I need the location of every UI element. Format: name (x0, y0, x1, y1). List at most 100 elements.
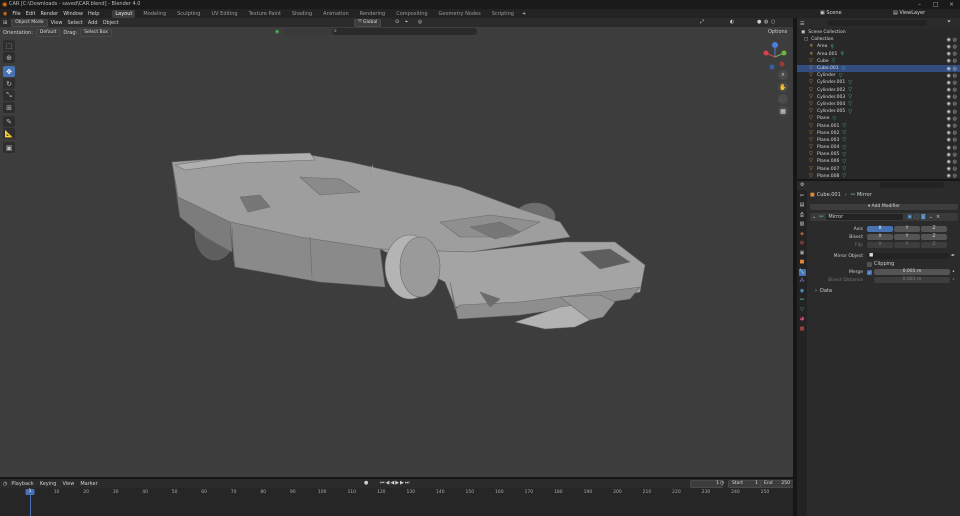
tab-geometry-nodes[interactable]: Geometry Nodes (436, 10, 484, 18)
mesh-data-icon[interactable]: ▽ (848, 87, 852, 93)
visibility-eye-icon[interactable]: ◉ ◎ (947, 80, 957, 86)
mesh-data-icon[interactable]: ▽ (842, 66, 846, 72)
output-tab-icon[interactable]: ⎙ (799, 212, 806, 219)
mesh-data-icon[interactable]: ▽ (842, 123, 846, 129)
outliner-search-input[interactable] (827, 20, 927, 26)
mesh-data-icon[interactable]: ▽ (842, 145, 846, 151)
mesh-data-icon[interactable]: ▽ (839, 73, 843, 79)
menu-playback[interactable]: Playback (11, 481, 33, 487)
outliner-item[interactable]: ▽ Plane ▽ ◉ ◎ (797, 115, 960, 122)
menu-window[interactable]: Window (63, 11, 83, 17)
modifier-tab-icon[interactable]: 🔧 (798, 268, 806, 276)
tool-tab-icon[interactable]: ✂ (799, 193, 806, 200)
visibility-eye-icon[interactable]: ◉ ◎ (947, 152, 957, 158)
menu-select[interactable]: Select (67, 20, 82, 26)
outliner-item[interactable]: ▽ Plane.004 ▽ ◉ ◎ (797, 144, 960, 151)
modifier-delete-icon[interactable]: × (936, 214, 940, 220)
visibility-eye-icon[interactable]: ◉ ◎ (947, 66, 957, 72)
mesh-data-icon[interactable]: ▽ (842, 166, 846, 172)
view-layer-selector[interactable]: ▤ ViewLayer (893, 10, 930, 16)
visibility-eye-icon[interactable]: ◉ ◎ (947, 166, 957, 172)
properties-search-input[interactable] (879, 182, 944, 188)
outliner-item[interactable]: ▽ Cylinder.002 ▽ ◉ ◎ (797, 87, 960, 94)
object-type-filter[interactable] (283, 28, 333, 35)
axis-z-toggle[interactable]: Z (921, 226, 947, 232)
outliner-item[interactable]: ▽ Cube ▽ ◉ ◎ (797, 58, 960, 65)
start-frame-field[interactable]: Start 1 (728, 480, 762, 488)
bisect-x-toggle[interactable]: X (867, 234, 893, 240)
outliner-item[interactable]: ▽ Plane.001 ▽ ◉ ◎ (797, 122, 960, 129)
tab-compositing[interactable]: Compositing (393, 10, 430, 18)
playback-controls[interactable]: ⏮◀◀▶▶⏭ (380, 480, 410, 486)
menu-marker[interactable]: Marker (80, 481, 97, 487)
outliner-filter-icon[interactable]: ⏷ (947, 19, 951, 25)
maximize-icon[interactable]: □ (933, 1, 939, 8)
data-tab-icon[interactable]: ▽ (799, 307, 806, 314)
current-frame-indicator[interactable]: 1 (25, 489, 35, 495)
outliner-item[interactable]: ▽ Cylinder.003 ▽ ◉ ◎ (797, 94, 960, 101)
tab-rendering[interactable]: Rendering (357, 10, 389, 18)
flip-z-toggle[interactable]: Z (921, 242, 947, 248)
light-data-icon[interactable]: ⚲ (830, 44, 834, 50)
outliner-collection[interactable]: ▢ Collection ◉ ◎ (797, 36, 960, 43)
menu-file[interactable]: File (12, 11, 20, 17)
tab-layout[interactable]: Layout (112, 9, 136, 18)
object-tab-icon[interactable]: ■ (799, 259, 806, 266)
menu-render[interactable]: Render (40, 11, 58, 17)
outliner-scene-collection[interactable]: ▣ Scene Collection (797, 29, 960, 36)
expand-chevron-icon[interactable]: ⌄ (812, 214, 816, 220)
auto-keying-icon[interactable]: ● (364, 480, 368, 486)
mesh-data-icon[interactable]: ▽ (848, 80, 852, 86)
transform-orientation-dropdown[interactable]: ⤧ Global (354, 18, 382, 27)
menu-edit[interactable]: Edit (26, 11, 36, 17)
mesh-data-icon[interactable]: ▽ (842, 130, 846, 136)
visibility-eye-icon[interactable]: ◉ ◎ (947, 116, 957, 122)
gizmo-toggle-icon[interactable]: ⤢ (700, 19, 704, 25)
outliner-item[interactable]: ☀ Area.001 ⚲ ◉ ◎ (797, 51, 960, 58)
mirror-object-field[interactable]: ■ (867, 253, 949, 259)
options-menu[interactable]: Options (768, 29, 787, 35)
world-tab-icon[interactable]: ◍ (799, 240, 806, 247)
viewport-toggle-icon[interactable]: ▢ (914, 214, 919, 220)
drag-dropdown[interactable]: Select Box (80, 28, 112, 37)
outliner-item[interactable]: ▽ Plane.005 ▽ ◉ ◎ (797, 151, 960, 158)
end-frame-field[interactable]: End 250 (760, 480, 794, 488)
outliner-item[interactable]: ▽ Plane.003 ▽ ◉ ◎ (797, 137, 960, 144)
overlay-toggle-icon[interactable]: ◐ (730, 19, 734, 25)
outliner-item[interactable]: ▽ Plane.006 ▽ ◉ ◎ (797, 158, 960, 165)
axis-x-toggle[interactable]: X (867, 226, 893, 232)
bisect-y-toggle[interactable]: Y (894, 234, 920, 240)
modifier-name-input[interactable]: Mirror (826, 214, 904, 220)
mesh-data-icon[interactable]: ▽ (842, 159, 846, 165)
scene-selector[interactable]: ▣ Scene (820, 10, 847, 16)
blender-menu-icon[interactable]: ◉ (3, 11, 7, 17)
menu-add[interactable]: Add (88, 20, 98, 26)
snap-icon[interactable]: ⌖ (405, 19, 408, 25)
outliner-editor-icon[interactable]: ☰ (800, 21, 804, 27)
clock-icon[interactable]: ◷ (720, 480, 724, 486)
shading-rendered-icon[interactable]: ○ (771, 19, 775, 25)
orientation-dropdown[interactable]: Default (35, 28, 61, 37)
mesh-data-icon[interactable]: ▽ (848, 101, 852, 107)
editor-type-icon[interactable]: ⊞ (3, 20, 7, 26)
data-subpanel[interactable]: › Data (810, 287, 958, 295)
texture-tab-icon[interactable]: ▩ (799, 326, 806, 333)
close-icon[interactable]: × (949, 1, 954, 8)
area-divider-right[interactable] (797, 179, 960, 181)
area-divider-horizontal[interactable] (0, 477, 793, 479)
axis-y-toggle[interactable]: Y (894, 226, 920, 232)
visibility-eye-icon[interactable]: ◉ ◎ (947, 101, 957, 107)
playhead-line[interactable] (30, 495, 31, 516)
mesh-data-icon[interactable]: ▽ (842, 152, 846, 158)
modifier-dropdown-icon[interactable]: ⌄ (929, 214, 933, 220)
viewport-search-input[interactable] (332, 28, 477, 35)
visibility-eye-icon[interactable]: ◉ ◎ (947, 94, 957, 100)
render-toggle-icon[interactable]: ◙ (921, 214, 926, 220)
properties-editor-icon[interactable]: ⚙ (800, 182, 804, 188)
constraints-tab-icon[interactable]: ⚯ (799, 297, 806, 304)
car-model-render[interactable] (0, 37, 793, 477)
outliner-item[interactable]: ▽ Plane.002 ▽ ◉ ◎ (797, 130, 960, 137)
merge-distance-field[interactable]: 0.001 m (874, 269, 950, 275)
menu-view[interactable]: View (51, 20, 63, 26)
visibility-eye-icon[interactable]: ◉ ◎ (947, 159, 957, 165)
